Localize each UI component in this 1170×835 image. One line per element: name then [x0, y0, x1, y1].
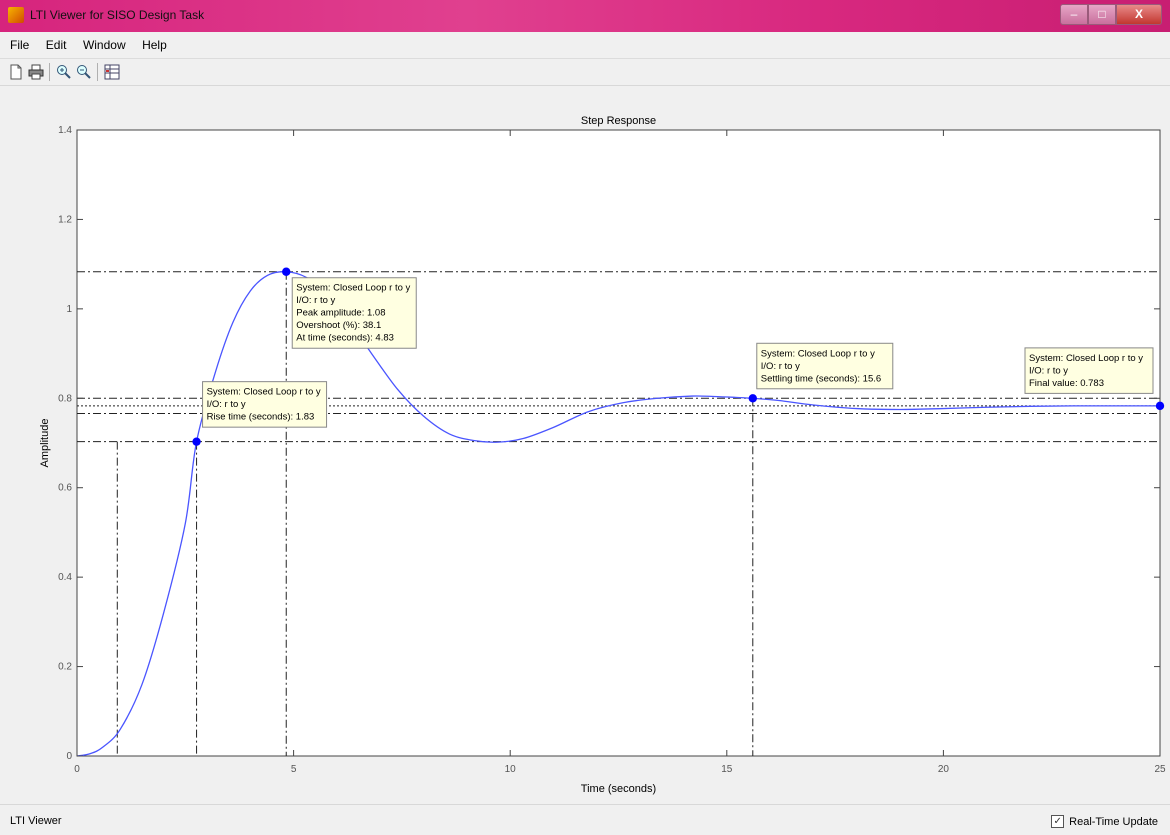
data-point-marker[interactable]: [748, 394, 757, 403]
menu-file[interactable]: File: [0, 32, 35, 52]
plot-area: 0 5 10 15 20 25 0 0.2 0.4 0.6 0.8 1 1.2 1.4 System: C…: [0, 86, 1170, 804]
data-tip-text: System: Closed Loop r to y: [761, 348, 875, 359]
y-tick-label: 0.6: [58, 483, 72, 494]
x-tick-label: 0: [74, 764, 80, 775]
data-point-marker[interactable]: [282, 267, 291, 276]
data-tip-text: Overshoot (%): 38.1: [296, 320, 381, 331]
matlab-app-icon: [8, 7, 24, 23]
title-bar: LTI Viewer for SISO Design Task – □ X: [0, 0, 1170, 32]
data-tip-text: Settling time (seconds): 15.6: [761, 373, 881, 384]
data-tip-text: Rise time (seconds): 1.83: [207, 412, 315, 423]
window-title: LTI Viewer for SISO Design Task: [30, 8, 205, 22]
grid-icon[interactable]: [104, 64, 120, 80]
y-tick-label: 0.8: [58, 393, 72, 404]
toolbar: [0, 59, 1170, 86]
zoom-out-icon[interactable]: [76, 64, 92, 80]
menu-help[interactable]: Help: [136, 32, 173, 52]
menu-window[interactable]: Window: [77, 32, 132, 52]
maximize-button[interactable]: □: [1088, 4, 1116, 25]
data-tip-text: I/O: r to y: [1029, 365, 1068, 376]
y-tick-label: 0.4: [58, 572, 72, 583]
status-bar: LTI Viewer ✓ Real-Time Update: [0, 804, 1170, 835]
x-tick-label: 25: [1154, 764, 1166, 775]
realtime-update-label: Real-Time Update: [1069, 815, 1158, 828]
data-tip-text: System: Closed Loop r to y: [296, 283, 410, 294]
y-tick-label: 0.2: [58, 662, 72, 673]
toolbar-separator: [49, 63, 50, 81]
window-controls: – □ X: [1060, 4, 1162, 25]
y-tick-label: 0: [66, 751, 72, 762]
data-tip-text: Peak amplitude: 1.08: [296, 308, 385, 319]
new-icon[interactable]: [8, 64, 24, 80]
step-response-chart[interactable]: 0 5 10 15 20 25 0 0.2 0.4 0.6 0.8 1 1.2 1.4 System: C…: [0, 86, 1170, 804]
data-tip-text: At time (seconds): 4.83: [296, 333, 394, 344]
data-tip-text: I/O: r to y: [296, 295, 335, 306]
status-label: LTI Viewer: [10, 815, 62, 827]
x-tick-label: 15: [721, 764, 733, 775]
checkbox[interactable]: ✓: [1051, 815, 1065, 828]
toolbar-separator: [97, 63, 98, 81]
menu-bar: File Edit Window Help: [0, 32, 1170, 59]
data-point-marker[interactable]: [192, 437, 201, 446]
close-button[interactable]: X: [1116, 4, 1162, 25]
data-tip-text: I/O: r to y: [761, 361, 800, 372]
x-tick-label: 10: [505, 764, 517, 775]
y-axis-label: Amplitude: [39, 419, 51, 468]
x-axis-label: Time (seconds): [581, 783, 656, 795]
data-tip-text: Final value: 0.783: [1029, 378, 1104, 389]
realtime-update-toggle[interactable]: ✓ Real-Time Update: [1051, 815, 1158, 828]
x-tick-label: 20: [938, 764, 950, 775]
zoom-in-icon[interactable]: [56, 64, 72, 80]
plot-frame: [76, 129, 1161, 757]
y-tick-label: 1.2: [58, 214, 72, 225]
data-tip-text: System: Closed Loop r to y: [1029, 353, 1143, 364]
y-tick-label: 1.4: [58, 125, 72, 136]
menu-edit[interactable]: Edit: [40, 32, 73, 52]
data-point-marker[interactable]: [1155, 401, 1165, 411]
data-tip-text: I/O: r to y: [207, 399, 246, 410]
print-icon[interactable]: [28, 64, 44, 80]
x-tick-label: 5: [291, 764, 297, 775]
chart-title: Step Response: [581, 115, 656, 127]
data-tip-text: System: Closed Loop r to y: [207, 387, 321, 398]
y-tick-label: 1: [66, 304, 72, 315]
minimize-button[interactable]: –: [1060, 4, 1088, 25]
